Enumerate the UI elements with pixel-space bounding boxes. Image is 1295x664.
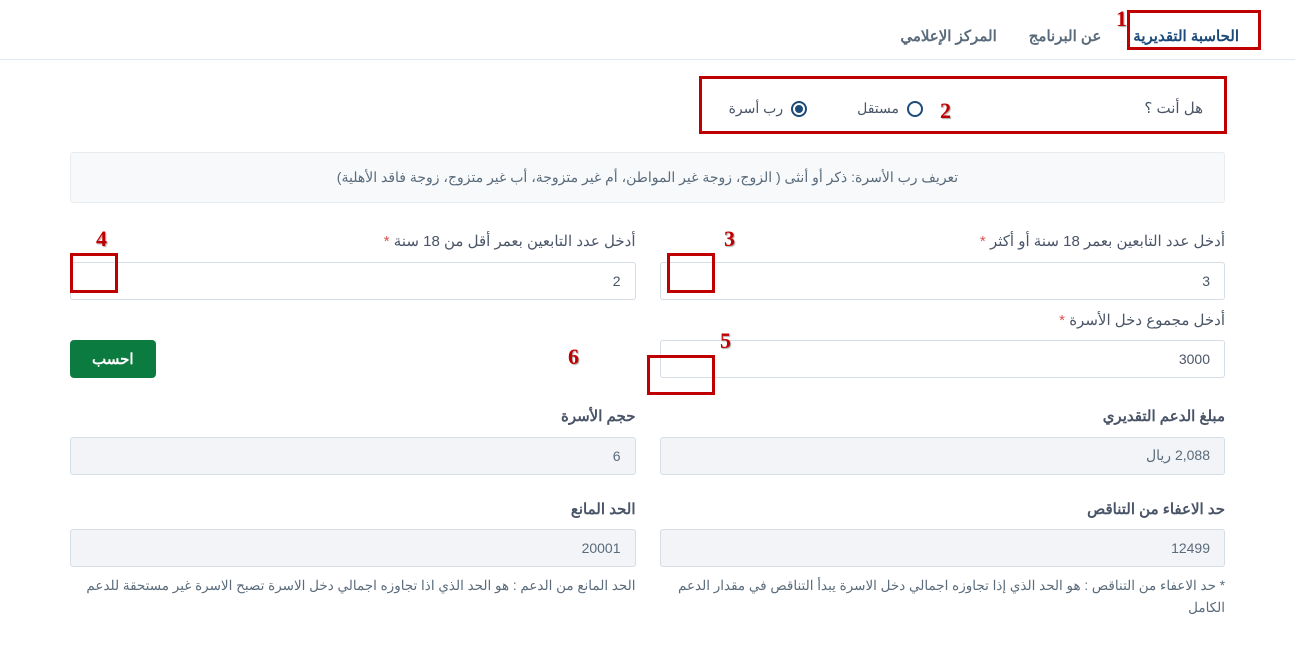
field-adults: أدخل عدد التابعين بعمر 18 سنة أو أكثر * (660, 231, 1226, 300)
family-head-definition: تعريف رب الأسرة: ذكر أو أنثى ( الزوج، زو… (70, 152, 1225, 203)
minors-input[interactable] (70, 262, 636, 300)
user-type-radio-group: مستقل رب أسرة (729, 98, 923, 119)
blocking-limit-output (70, 529, 636, 567)
radio-independent[interactable]: مستقل (857, 98, 923, 119)
exemption-limit-output (660, 529, 1226, 567)
result-label: حجم الأسرة (70, 406, 636, 429)
field-adults-label: أدخل عدد التابعين بعمر 18 سنة أو أكثر * (660, 231, 1226, 254)
user-type-label: هل أنت ؟ (993, 98, 1203, 121)
estimated-support-output (660, 437, 1226, 475)
tab-about[interactable]: عن البرنامج (1013, 16, 1118, 59)
content-area: هل أنت ؟ مستقل رب أسرة تعريف رب الأسرة: … (0, 60, 1295, 643)
note-blocking: الحد المانع من الدعم : هو الحد الذي اذا … (70, 575, 636, 618)
field-income-label: أدخل مجموع دخل الأسرة * (660, 310, 1226, 333)
income-input[interactable] (660, 340, 1226, 378)
adults-input[interactable] (660, 262, 1226, 300)
field-minors-label: أدخل عدد التابعين بعمر أقل من 18 سنة * (70, 231, 636, 254)
result-label: الحد المانع (70, 499, 636, 522)
tab-calculator[interactable]: الحاسبة التقديرية (1117, 16, 1255, 59)
radio-icon (791, 101, 807, 117)
result-blocking-limit: الحد المانع (70, 499, 636, 568)
tab-media[interactable]: المركز الإعلامي (884, 16, 1012, 59)
result-family-size: حجم الأسرة (70, 406, 636, 475)
user-type-question: هل أنت ؟ مستقل رب أسرة (70, 84, 1225, 135)
result-exemption-limit: حد الاعفاء من التناقص (660, 499, 1226, 568)
result-label: مبلغ الدعم التقديري (660, 406, 1226, 429)
field-minors: أدخل عدد التابعين بعمر أقل من 18 سنة * (70, 231, 636, 300)
radio-icon (907, 101, 923, 117)
calculate-button[interactable]: احسب (70, 340, 156, 378)
field-income: أدخل مجموع دخل الأسرة * (660, 310, 1226, 379)
main-nav: الحاسبة التقديرية عن البرنامج المركز الإ… (0, 0, 1295, 60)
note-exemption: * حد الاعفاء من التناقص : هو الحد الذي إ… (660, 575, 1226, 618)
result-estimated-support: مبلغ الدعم التقديري (660, 406, 1226, 475)
family-size-output (70, 437, 636, 475)
radio-label: مستقل (857, 98, 899, 119)
radio-head-of-family[interactable]: رب أسرة (729, 98, 808, 119)
radio-label: رب أسرة (729, 98, 784, 119)
result-label: حد الاعفاء من التناقص (660, 499, 1226, 522)
